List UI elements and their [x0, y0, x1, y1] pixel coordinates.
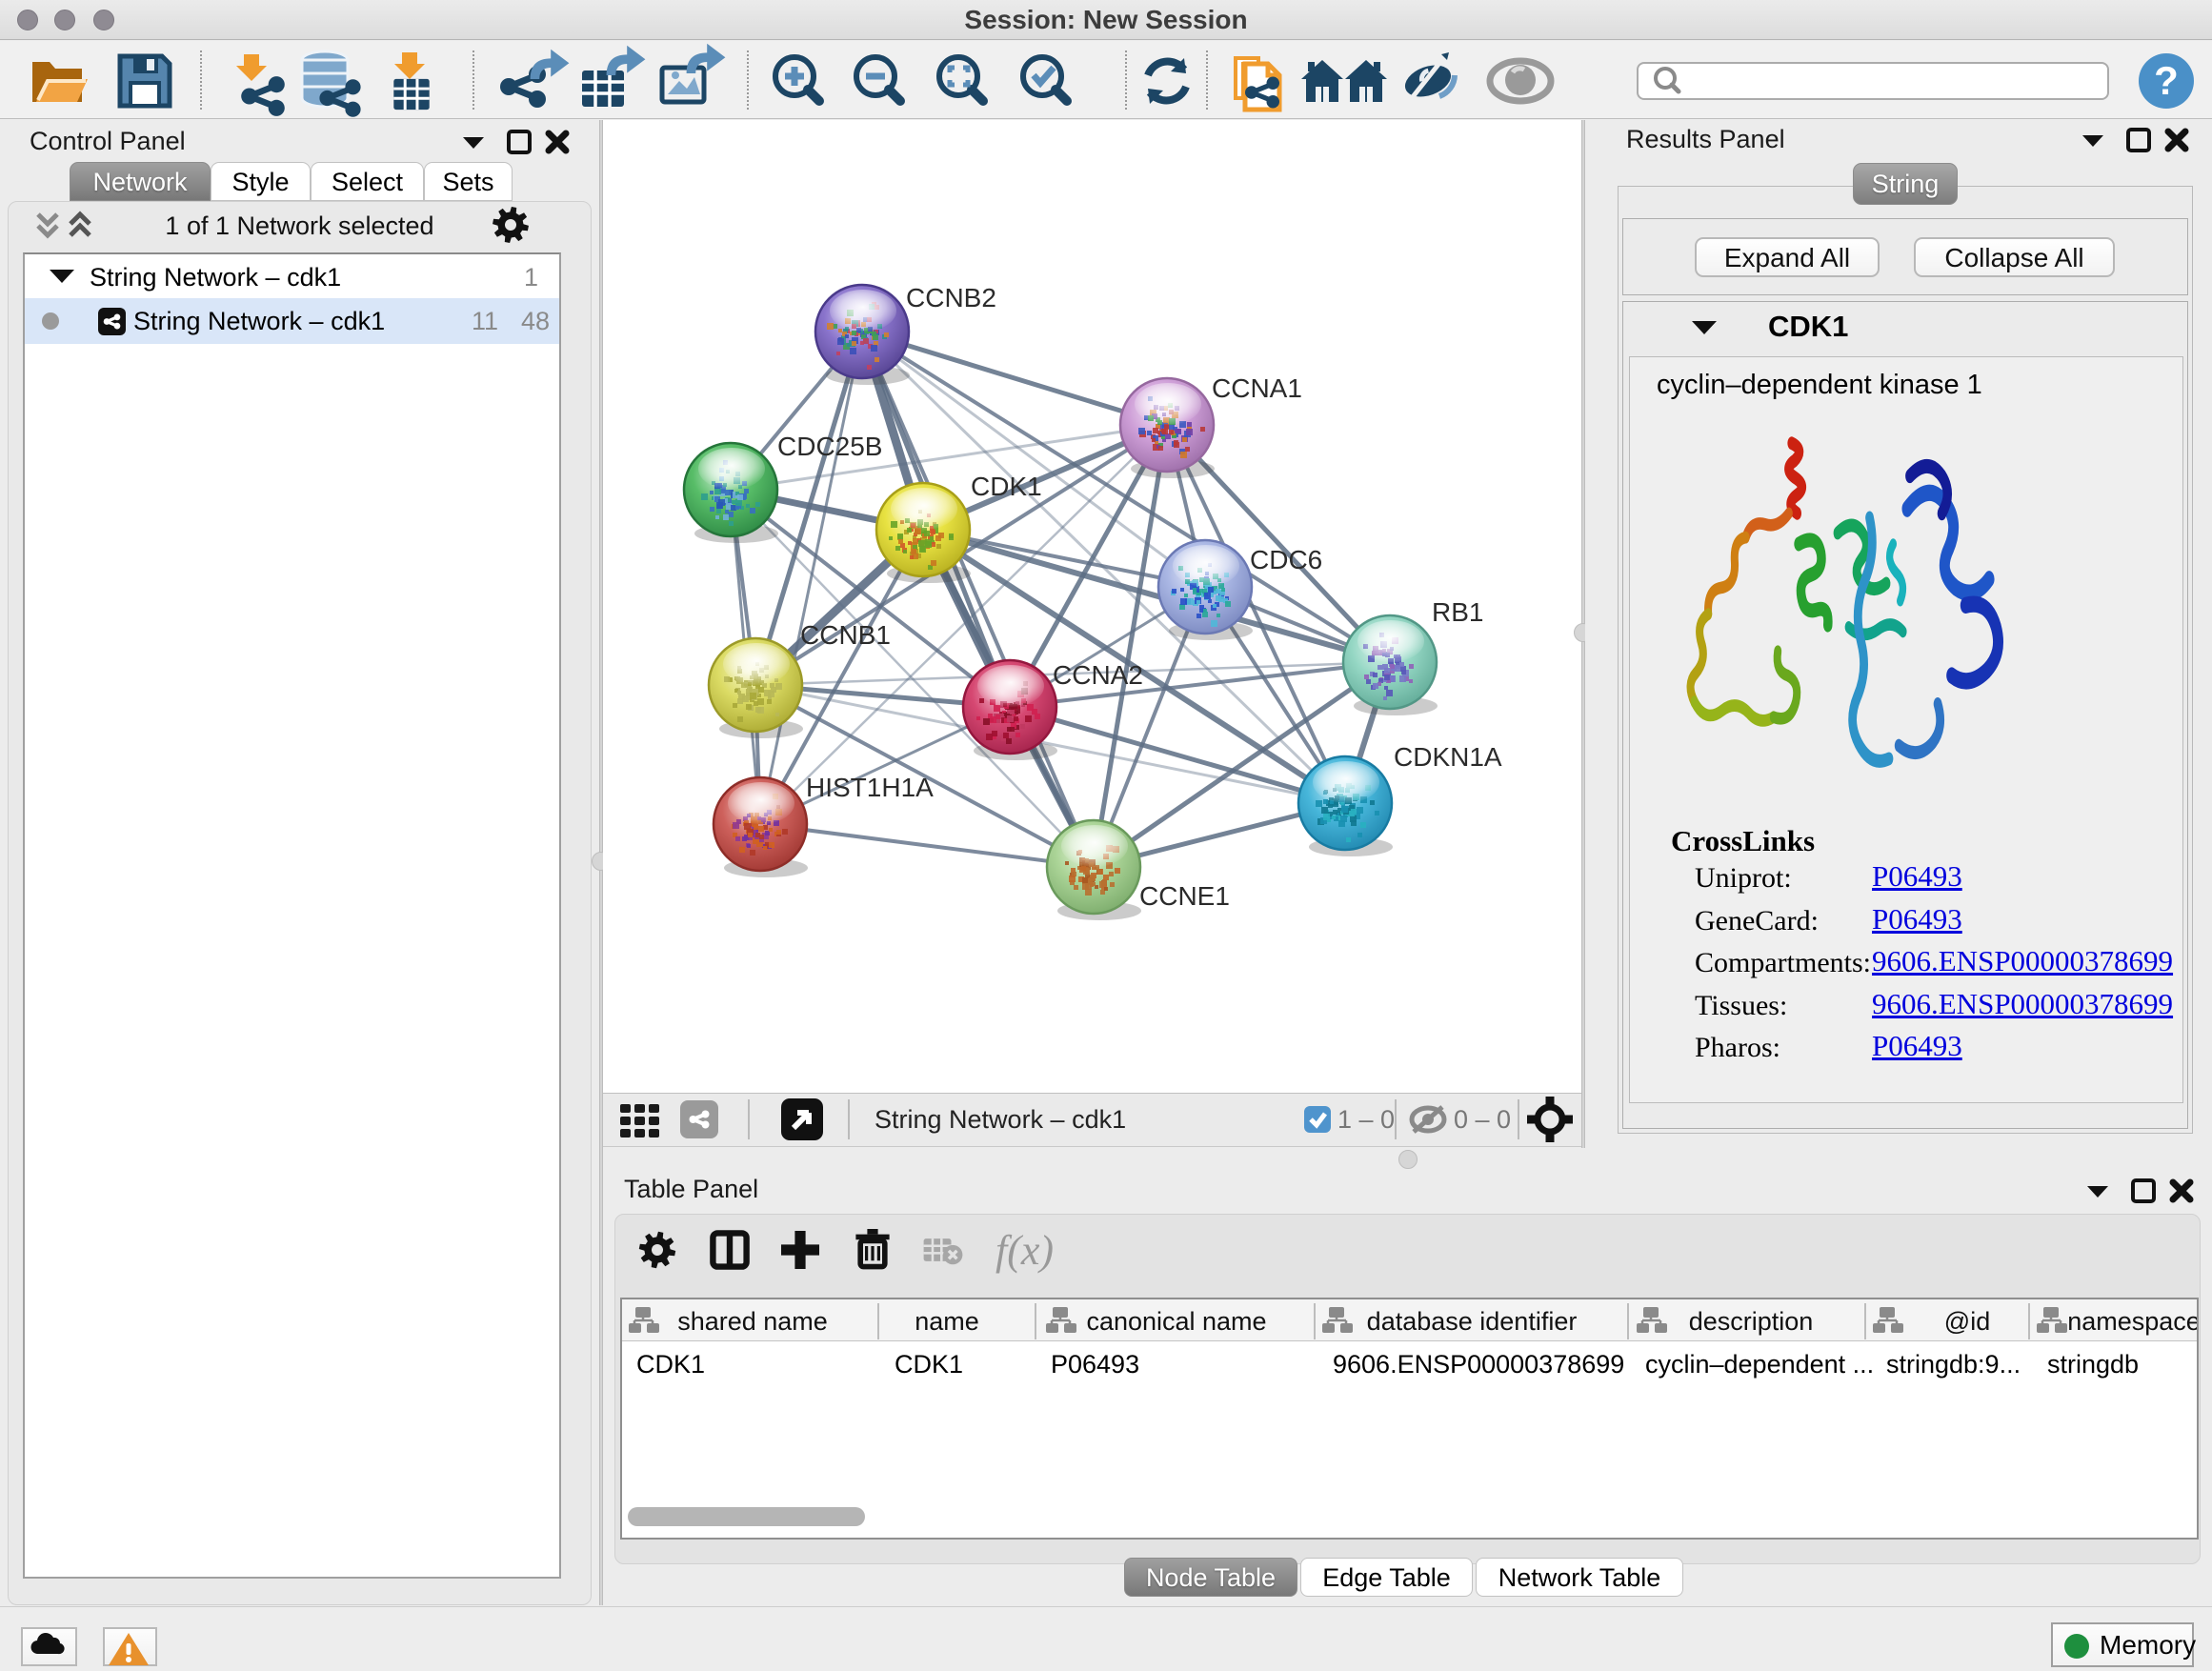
- svg-text:database identifier: database identifier: [1367, 1307, 1578, 1336]
- svg-text:f(x): f(x): [995, 1227, 1054, 1274]
- svg-text:CDC6: CDC6: [1250, 545, 1322, 574]
- svg-text:CDC25B: CDC25B: [777, 432, 882, 461]
- svg-text:CCNA2: CCNA2: [1053, 660, 1143, 690]
- svg-text:namespace: namespace: [2067, 1307, 2197, 1336]
- svg-text:shared name: shared name: [677, 1307, 828, 1336]
- svg-text:CCNB1: CCNB1: [800, 620, 891, 650]
- svg-text:HIST1H1A: HIST1H1A: [806, 773, 934, 802]
- svg-text:CCNA1: CCNA1: [1212, 373, 1302, 403]
- svg-text:canonical name: canonical name: [1086, 1307, 1266, 1336]
- svg-text:CDKN1A: CDKN1A: [1394, 742, 1502, 772]
- svg-text:name: name: [915, 1307, 979, 1336]
- svg-text:CCNB2: CCNB2: [906, 283, 996, 312]
- svg-text:?: ?: [2154, 58, 2179, 103]
- svg-text:CCNE1: CCNE1: [1139, 881, 1230, 911]
- svg-text:@id: @id: [1944, 1307, 1990, 1336]
- svg-text:RB1: RB1: [1432, 597, 1483, 627]
- svg-text:description: description: [1689, 1307, 1814, 1336]
- svg-text:CDK1: CDK1: [971, 472, 1042, 501]
